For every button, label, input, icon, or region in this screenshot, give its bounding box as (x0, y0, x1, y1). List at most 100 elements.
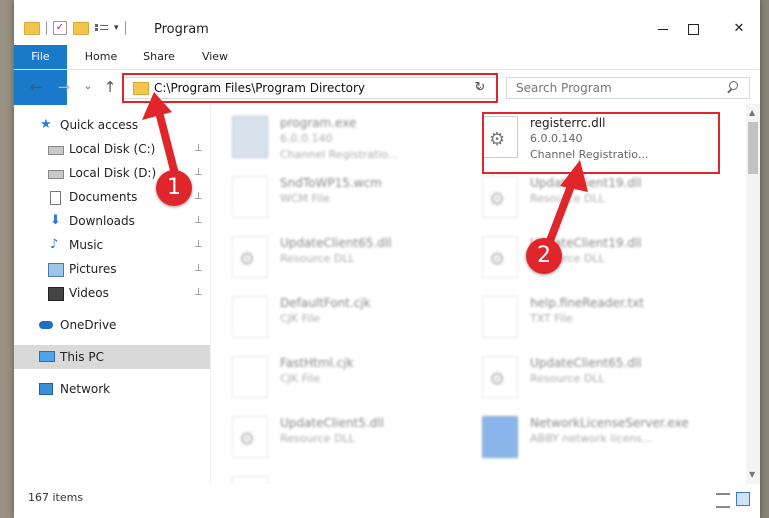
file-item[interactable]: UpdateClient19.dll Resource DLL (462, 230, 702, 290)
file-type: ABBY network licens... (530, 432, 653, 445)
sidebar-item-label: Local Disk (C:) (69, 142, 156, 156)
file-name: DefaultFont.cjk (280, 296, 371, 310)
status-bar: 167 items (14, 484, 760, 518)
pane-divider[interactable] (210, 104, 211, 484)
documents-icon (50, 191, 61, 205)
vertical-scrollbar[interactable]: ▲ ▼ (746, 104, 760, 484)
pin-icon[interactable]: ⊥ (194, 137, 203, 161)
file-item[interactable]: UpdateClient19.dll Resource DLL (462, 170, 702, 230)
sidebar-item-label: Quick access (60, 118, 139, 132)
file-list: program.exe 6.0.0.140 Channel Registrati… (212, 104, 746, 484)
file-type: Resource DLL (280, 432, 355, 445)
pin-icon[interactable]: ⊥ (194, 233, 203, 257)
close-button[interactable]: ✕ (724, 18, 754, 40)
sidebar-item-music[interactable]: ♪ Music ⊥ (14, 233, 210, 257)
file-item[interactable]: UpdateClient5.dll Resource DLL (212, 410, 452, 470)
file-name: program.exe (280, 116, 357, 130)
sidebar-item-label: This PC (60, 350, 104, 364)
sidebar-item-onedrive[interactable]: OneDrive (14, 313, 210, 337)
pictures-icon (48, 263, 64, 277)
file-type: Resource DLL (530, 192, 605, 205)
sidebar-item-local-disk-c[interactable]: Local Disk (C:) ⊥ (14, 137, 210, 161)
sidebar-item-label: Pictures (69, 262, 117, 276)
large-icons-view-icon[interactable] (736, 492, 750, 506)
sidebar-item-pictures[interactable]: Pictures ⊥ (14, 257, 210, 281)
address-path[interactable]: C:\Program Files\Program Directory (154, 81, 365, 95)
file-item[interactable]: UpdateClient65.dll Resource DLL (212, 230, 452, 290)
pin-icon[interactable]: ⊥ (194, 281, 203, 305)
step-badge-1: 1 (156, 170, 192, 206)
shortcut-icon (482, 416, 518, 458)
pin-icon[interactable]: ⊥ (194, 209, 203, 233)
quick-access-toolbar: ✓ ▾ (24, 21, 126, 35)
file-name: UpdateClient65.dll (530, 356, 642, 370)
sidebar-item-quick-access[interactable]: ★ Quick access (14, 113, 210, 137)
tab-home[interactable]: Home (76, 45, 126, 69)
file-type: Resource DLL (530, 372, 605, 385)
sidebar-item-downloads[interactable]: ⬇ Downloads ⊥ (14, 209, 210, 233)
file-item[interactable]: DefaultFont.cjk CJK File (212, 290, 452, 350)
minimize-button[interactable] (648, 18, 678, 40)
pc-icon (39, 351, 55, 362)
sidebar-item-videos[interactable]: Videos ⊥ (14, 281, 210, 305)
dll-icon (232, 416, 268, 458)
sidebar-item-network[interactable]: Network (14, 377, 210, 401)
scroll-up-icon[interactable]: ▲ (749, 108, 755, 117)
file-item[interactable]: help.fineReader.txt TXT File (462, 290, 702, 350)
recent-locations-button[interactable]: ⌄ (78, 81, 98, 92)
properties-check-icon[interactable]: ✓ (53, 21, 67, 35)
refresh-button[interactable]: ↻ (470, 80, 490, 96)
sidebar-item-this-pc[interactable]: This PC (14, 345, 210, 369)
file-type: CJK File (280, 372, 321, 385)
dll-icon (482, 356, 518, 398)
new-folder-icon[interactable] (73, 21, 89, 35)
selected-file-highlight-box (482, 112, 720, 174)
sidebar-item-label: OneDrive (60, 318, 117, 332)
pin-icon[interactable]: ⊥ (194, 185, 203, 209)
scrollbar-thumb[interactable] (748, 122, 758, 174)
sidebar-item-label: Documents (69, 190, 138, 204)
customize-toolbar-dropdown-icon[interactable]: ▾ (114, 23, 119, 33)
tab-share[interactable]: Share (136, 45, 182, 69)
forward-button[interactable]: → (54, 78, 74, 96)
scroll-down-icon[interactable]: ▼ (749, 470, 755, 479)
tab-view[interactable]: View (194, 45, 236, 69)
file-version: 6.0.0.140 (280, 132, 333, 145)
step-badge-2: 2 (526, 238, 562, 274)
up-button[interactable]: ↑ (100, 78, 120, 96)
file-item[interactable]: NetworkLicenseServer.exe ABBY network li… (462, 410, 702, 470)
file-name: UpdateClient5.dll (280, 416, 384, 430)
drive-icon (48, 146, 64, 155)
sidebar-item-label: Local Disk (D:) (69, 166, 157, 180)
videos-icon (48, 287, 64, 301)
file-name: help.fineReader.txt (530, 296, 644, 310)
pin-icon[interactable]: ⊥ (194, 161, 203, 185)
file-item-program-exe[interactable]: program.exe 6.0.0.140 Channel Registrati… (212, 110, 452, 170)
file-name: UpdateClient19.dll (530, 176, 642, 190)
maximize-button[interactable] (678, 18, 708, 40)
network-icon (39, 383, 53, 395)
file-item[interactable]: SndToWP15.wcm WCM File (212, 170, 452, 230)
properties-icon[interactable] (95, 22, 108, 34)
ribbon-tabs: File Home Share View (14, 45, 760, 105)
star-icon: ★ (40, 117, 52, 132)
sidebar-item-label: Videos (69, 286, 109, 300)
exe-icon (232, 116, 268, 158)
search-placeholder: Search Program (516, 81, 612, 95)
file-item[interactable]: UpdateClient65.dll Resource DLL (462, 350, 702, 410)
pin-icon[interactable]: ⊥ (194, 257, 203, 281)
file-name: FastHtml.cjk (280, 356, 354, 370)
dll-icon (232, 236, 268, 278)
file-item[interactable]: FastHtml.cjk CJK File (212, 350, 452, 410)
file-item[interactable] (212, 470, 452, 484)
search-icon[interactable] (727, 81, 738, 91)
address-bar[interactable]: C:\Program Files\Program Directory ⌄ (122, 77, 498, 99)
file-icon (232, 176, 268, 218)
title-bar[interactable]: ✓ ▾ Program ✕ (14, 0, 760, 40)
search-box[interactable]: Search Program (506, 77, 750, 99)
back-button[interactable]: ← (26, 78, 46, 96)
details-view-icon[interactable] (716, 493, 730, 508)
file-type: Resource DLL (280, 252, 355, 265)
toolbar-separator (46, 21, 47, 35)
window-title: Program (154, 22, 209, 37)
